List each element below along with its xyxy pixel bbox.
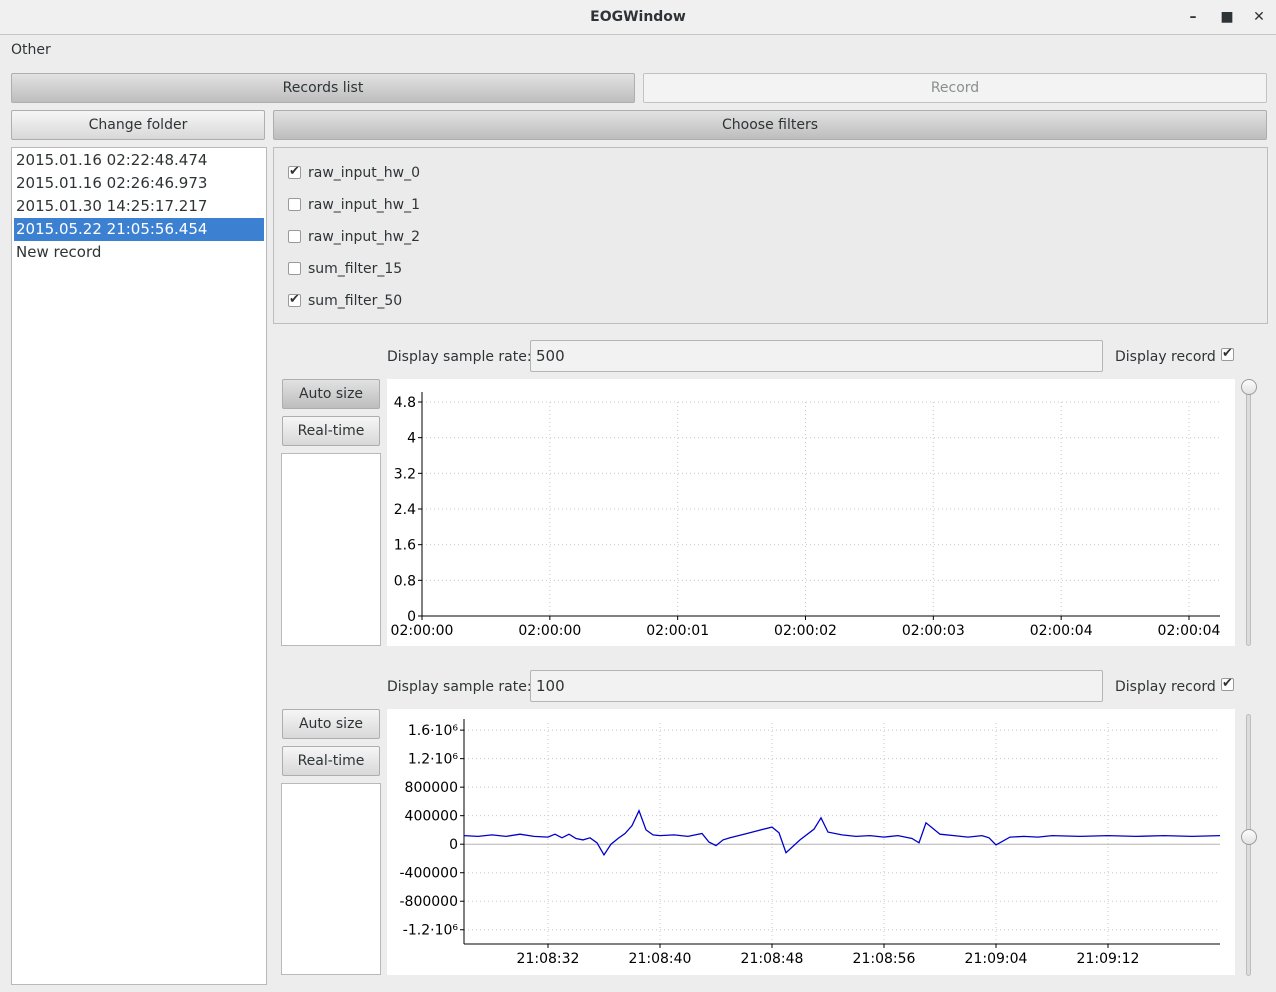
list-item[interactable]: 2015.01.30 14:25:17.217 [14,195,264,218]
slider-handle-1[interactable] [1241,379,1257,395]
choose-filters-button[interactable]: Choose filters [273,110,1267,140]
x-tick-label: 02:00:00 [391,623,454,639]
sample-rate-input[interactable]: 100 [530,670,1103,702]
x-tick-label: 02:00:00 [518,623,581,639]
tab-records-list[interactable]: Records list [11,73,635,103]
sample-rate-label: Display sample rate: [387,679,532,695]
y-tick-label: 0.8 [394,573,416,589]
y-tick-label: 1.6·10⁶ [408,723,459,739]
records-list: 2015.01.16 02:22:48.474 2015.01.16 02:26… [11,147,267,985]
list-item[interactable]: New record [14,241,264,264]
filter-label: sum_filter_15 [308,261,403,277]
x-tick-label: 02:00:04 [1158,623,1221,639]
legend-list [281,783,381,975]
real-time-button[interactable]: Real-time [282,746,380,776]
y-tick-label: 3.2 [394,466,416,482]
filter-checkbox-raw-input-hw-1[interactable] [288,198,301,211]
menu-other[interactable]: Other [11,40,51,60]
x-tick-label: 21:08:48 [741,951,804,967]
chart-1: 00.81.62.43.244.802:00:00 02:00:00 02:00:0… [391,392,1221,639]
y-tick-label: 4 [407,431,416,447]
tab-record[interactable]: Record [643,73,1267,103]
display-record-label: Display record [1115,349,1216,365]
y-tick-label: -400000 [400,866,459,882]
slider-handle-2[interactable] [1241,829,1257,845]
x-tick-label: 21:08:56 [853,951,916,967]
y-tick-label: 2.4 [394,502,416,518]
legend-list [281,453,381,646]
filter-checkbox-raw-input-hw-2[interactable] [288,230,301,243]
y-tick-label: 4.8 [394,395,416,411]
sample-rate-input[interactable]: 500 [530,340,1103,372]
y-tick-label: -800000 [400,894,459,910]
x-tick-label: 02:00:03 [902,623,965,639]
filters-panel: ✔ raw_input_hw_0 raw_input_hw_1 raw_inpu… [273,147,1268,324]
y-tick-label: 800000 [405,780,458,796]
x-tick-label: 02:00:04 [1030,623,1093,639]
filter-label: raw_input_hw_1 [308,197,421,213]
filter-label: raw_input_hw_2 [308,229,421,245]
sample-rate-label: Display sample rate: [387,349,532,365]
y-tick-label: 0 [449,837,458,853]
y-tick-label: 1.6 [394,538,416,554]
auto-size-button[interactable]: Auto size [282,709,380,739]
display-record-checkbox[interactable]: ✔ [1221,347,1234,361]
x-tick-label: 21:09:12 [1077,951,1140,967]
window-title: EOGWindow [590,9,686,25]
x-tick-label: 21:09:04 [965,951,1028,967]
minimize-icon[interactable]: – [1182,6,1204,28]
plot-area-1[interactable]: 0 0.8 1.6 2.4 3.2 4 4.8 02:00:00 02:00:00 02:00:0… [387,379,1235,646]
display-record-label: Display record [1115,679,1216,695]
chart-2: 1.6·10⁶ 1.2·10⁶ 800000 400000 0 -400000 -80000… [400,719,1221,967]
y-tick-label: -1.2·10⁶ [403,923,459,939]
real-time-button[interactable]: Real-time [282,416,380,446]
filter-checkbox-sum-filter-50[interactable]: ✔ [288,293,301,307]
filter-label: raw_input_hw_0 [308,165,421,181]
x-tick-label: 02:00:02 [774,623,837,639]
y-tick-label: 1.2·10⁶ [408,752,459,768]
list-item-selected[interactable]: 2015.05.22 21:05:56.454 [14,218,264,241]
list-item[interactable]: 2015.01.16 02:22:48.474 [14,149,264,172]
x-tick-label: 02:00:01 [646,623,709,639]
display-record-checkbox[interactable]: ✔ [1221,677,1234,691]
y-tick-label: 400000 [405,809,458,825]
x-tick-label: 21:08:32 [517,951,580,967]
filter-checkbox-sum-filter-15[interactable] [288,262,301,275]
series-line [463,809,1221,857]
x-tick-label: 21:08:40 [629,951,692,967]
auto-size-button[interactable]: Auto size [282,379,380,409]
filter-checkbox-raw-input-hw-0[interactable]: ✔ [288,165,301,179]
vertical-slider-2[interactable] [1246,714,1251,976]
maximize-icon[interactable]: ■ [1216,6,1238,28]
list-item[interactable]: 2015.01.16 02:26:46.973 [14,172,264,195]
plot-area-2[interactable]: 1.6·10⁶ 1.2·10⁶ 800000 400000 0 -400000 -80000… [387,709,1235,975]
change-folder-button[interactable]: Change folder [11,110,265,140]
filter-label: sum_filter_50 [308,293,403,309]
close-icon[interactable]: ✕ [1248,6,1270,28]
vertical-slider-1[interactable] [1246,384,1251,646]
